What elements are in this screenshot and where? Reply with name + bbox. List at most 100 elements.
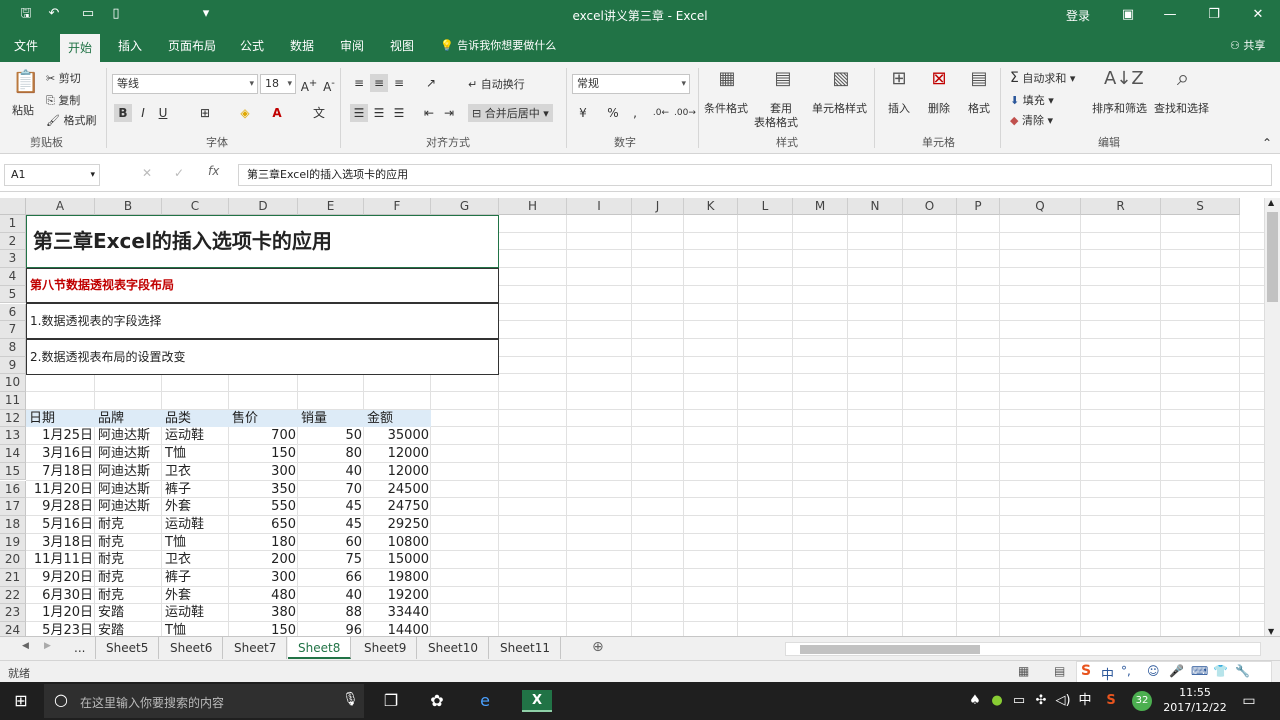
column-header-m[interactable]: M	[793, 198, 848, 215]
column-header-o[interactable]: O	[903, 198, 957, 215]
number-format-select[interactable]: 常规	[572, 74, 690, 94]
column-header-d[interactable]: D	[229, 198, 298, 215]
volume-icon[interactable]: ◁)	[1052, 690, 1074, 712]
table-cell[interactable]: 12000	[364, 463, 431, 480]
item2-cell[interactable]: 2.数据透视表布局的设置改变	[26, 339, 499, 375]
column-header-e[interactable]: E	[298, 198, 364, 215]
emoji-icon[interactable]: ☺	[1147, 664, 1160, 678]
name-box[interactable]: A1 ▾	[4, 164, 100, 186]
row-header-14[interactable]: 14	[0, 445, 26, 463]
table-cell[interactable]: 卫衣	[162, 551, 229, 568]
table-cell[interactable]: 外套	[162, 587, 229, 604]
row-header-10[interactable]: 10	[0, 374, 26, 392]
table-cell[interactable]: 7月18日	[26, 463, 95, 480]
table-cell[interactable]: 5月16日	[26, 516, 95, 533]
keyboard-icon[interactable]: ⌨	[1191, 664, 1208, 678]
next-sheet-icon[interactable]: ▶	[44, 641, 51, 651]
edge-browser-icon[interactable]: e	[474, 690, 496, 712]
item1-cell[interactable]: 1.数据透视表的字段选择	[26, 303, 499, 339]
formula-input[interactable]: 第三章Excel的插入选项卡的应用	[238, 164, 1272, 186]
ime-toolbar[interactable]: S 中 °, ☺ 🎤 ⌨ 👕 🔧	[1076, 661, 1272, 683]
minimize-icon[interactable]: —	[1160, 5, 1180, 25]
table-cell[interactable]: 24750	[364, 498, 431, 515]
phonetic-icon[interactable]: 文	[310, 104, 328, 122]
taskbar-search[interactable]: ○ 在这里输入你要搜索的内容 🎙	[44, 684, 364, 718]
row-header-2[interactable]: 2	[0, 232, 26, 251]
prev-sheet-icon[interactable]: ◀	[22, 641, 29, 651]
row-header-24[interactable]: 24	[0, 622, 26, 636]
insert-cells-button[interactable]: 插入	[888, 100, 910, 116]
table-cell[interactable]: 6月30日	[26, 587, 95, 604]
font-color-icon[interactable]: A	[268, 104, 286, 122]
format-painter-button[interactable]: 🖌 格式刷	[46, 112, 96, 128]
table-cell[interactable]: 10800	[364, 534, 431, 551]
align-middle-icon[interactable]: ≡	[370, 74, 388, 92]
horizontal-scrollbar[interactable]	[785, 642, 1261, 656]
sheet-tab-sheet8[interactable]: Sheet8	[288, 637, 352, 659]
column-header-r[interactable]: R	[1081, 198, 1161, 215]
add-sheet-icon[interactable]: ⊕	[592, 639, 604, 655]
cancel-entry-icon[interactable]: ✕	[142, 166, 152, 180]
underline-button[interactable]: U	[154, 104, 172, 122]
row-header-11[interactable]: 11	[0, 392, 26, 410]
column-header-q[interactable]: Q	[1000, 198, 1081, 215]
row-header-9[interactable]: 9	[0, 356, 26, 375]
table-cell[interactable]: 300	[229, 569, 298, 586]
sheet-tab-sheet9[interactable]: Sheet9	[354, 637, 418, 659]
worksheet-grid[interactable]: ABCDEFGHIJKLMNOPQRS 1 2 3 4 5 6 7 8 9 10 11 12 13 14 1…	[0, 198, 1264, 636]
clock[interactable]: 11:55 2017/12/22	[1160, 685, 1230, 715]
increase-font-icon[interactable]: A+	[300, 75, 318, 94]
table-cell[interactable]: 29250	[364, 516, 431, 533]
task-view-icon[interactable]: ❐	[380, 690, 402, 712]
row-header-5[interactable]: 5	[0, 285, 26, 304]
currency-icon[interactable]: ¥	[574, 104, 592, 122]
tab-view[interactable]: 视图	[382, 30, 422, 62]
table-cell[interactable]: 480	[229, 587, 298, 604]
align-bottom-icon[interactable]: ≡	[390, 74, 408, 92]
login-link[interactable]: 登录	[1066, 7, 1090, 24]
font-name-select[interactable]: 等线	[112, 74, 258, 94]
table-cell[interactable]: T恤	[162, 622, 229, 636]
share-button[interactable]: ⚇ 共享	[1230, 30, 1265, 62]
table-cell[interactable]: 耐克	[95, 534, 162, 551]
table-cell[interactable]: 安踏	[95, 622, 162, 636]
table-header-cell[interactable]: 日期	[26, 410, 95, 427]
find-select-button[interactable]: 查找和选择	[1154, 100, 1209, 116]
bold-button[interactable]: B	[114, 104, 132, 122]
sogou-tray-icon[interactable]: S	[1100, 690, 1122, 712]
scroll-down-icon[interactable]: ▼	[1268, 627, 1274, 636]
sheet-tab-sheet5[interactable]: Sheet5	[96, 637, 160, 659]
vertical-scroll-thumb[interactable]	[1267, 212, 1278, 302]
decrease-decimal-icon[interactable]: .00→	[674, 104, 696, 122]
table-cell[interactable]: 88	[298, 604, 364, 621]
tab-review[interactable]: 审阅	[332, 30, 372, 62]
microphone-icon[interactable]: 🎤	[1169, 664, 1184, 678]
table-cell[interactable]: 耐克	[95, 551, 162, 568]
table-header-cell[interactable]: 售价	[229, 410, 298, 427]
table-cell[interactable]: 380	[229, 604, 298, 621]
format-cells-button[interactable]: 格式	[968, 100, 990, 116]
decrease-indent-icon[interactable]: ⇤	[420, 104, 438, 122]
table-cell[interactable]: 运动鞋	[162, 604, 229, 621]
collapse-ribbon-icon[interactable]: ⌃	[1258, 134, 1276, 152]
table-cell[interactable]: 耐克	[95, 587, 162, 604]
tab-data[interactable]: 数据	[282, 30, 322, 62]
sheet-tab-sheet6[interactable]: Sheet6	[160, 637, 224, 659]
app-icon[interactable]: ✿	[426, 690, 448, 712]
table-cell[interactable]: 700	[229, 427, 298, 444]
table-cell[interactable]: 运动鞋	[162, 427, 229, 444]
title-cell[interactable]: 第三章Excel的插入选项卡的应用	[26, 215, 499, 268]
merge-center-button[interactable]: ⊟ 合并后居中 ▾	[468, 104, 553, 122]
table-cell[interactable]: 外套	[162, 498, 229, 515]
confirm-entry-icon[interactable]: ✓	[174, 166, 184, 180]
table-cell[interactable]: T恤	[162, 534, 229, 551]
percent-icon[interactable]: %	[604, 104, 622, 122]
table-cell[interactable]: 耐克	[95, 516, 162, 533]
table-cell[interactable]: 1月25日	[26, 427, 95, 444]
table-cell[interactable]: 650	[229, 516, 298, 533]
table-cell[interactable]: 卫衣	[162, 463, 229, 480]
column-header-g[interactable]: G	[431, 198, 499, 215]
table-cell[interactable]: 1月20日	[26, 604, 95, 621]
page-layout-view-icon[interactable]: ▤	[1054, 664, 1065, 678]
row-header-1[interactable]: 1	[0, 215, 26, 233]
